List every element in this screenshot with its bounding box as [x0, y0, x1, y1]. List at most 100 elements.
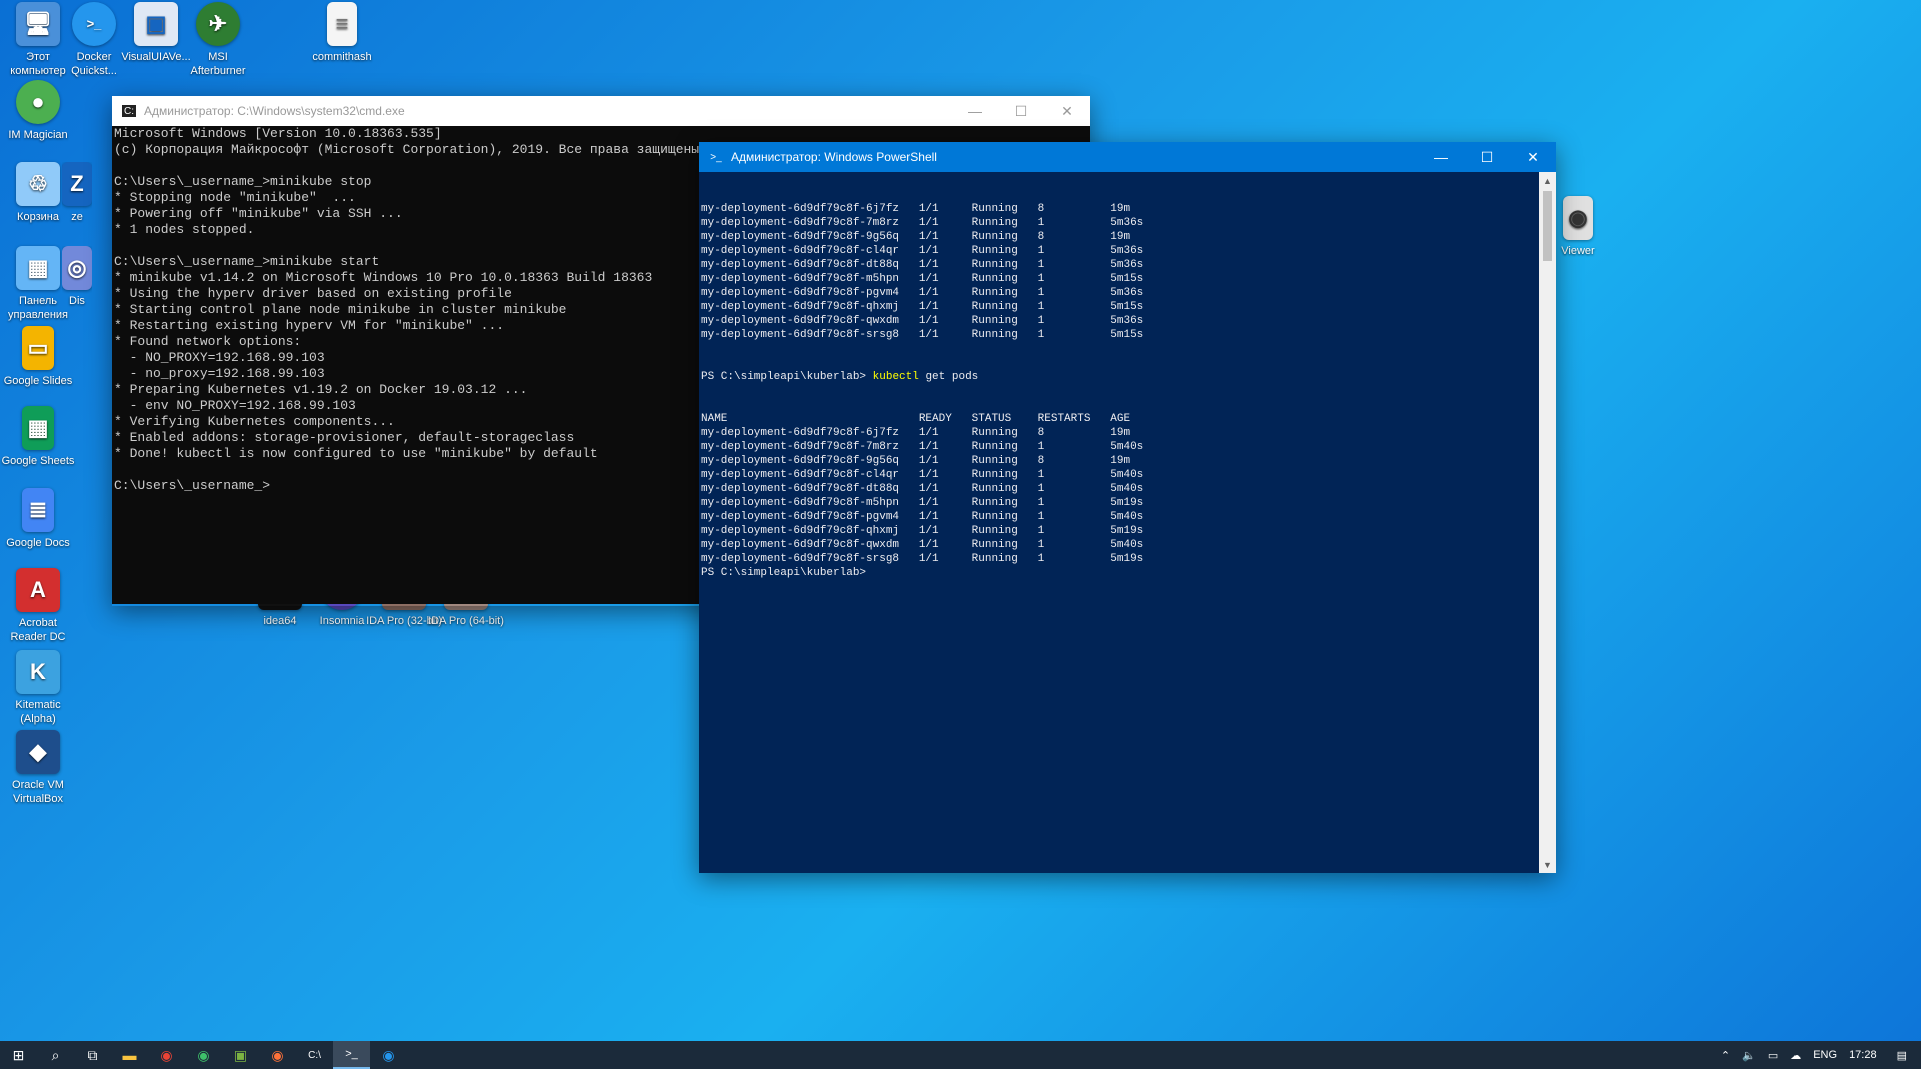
- desktop-icon-label: MSI Afterburner: [190, 51, 246, 77]
- zen-icon: Z: [62, 162, 92, 206]
- powershell-taskbar-icon[interactable]: >_: [333, 1041, 370, 1069]
- desktop-icon-label: Kitematic (Alpha): [15, 699, 61, 725]
- discord-icon: ◎: [62, 246, 92, 290]
- chevron-up-icon[interactable]: ⌃: [1715, 1049, 1736, 1062]
- start-button[interactable]: ⊞: [0, 1041, 37, 1069]
- desktop-icon-label: IDA Pro (64-bit): [428, 615, 504, 627]
- app-window-icon: ▣: [134, 2, 178, 46]
- console-line: my-deployment-6d9df79c8f-dt88q 1/1 Runni…: [701, 259, 1144, 271]
- edge-icon[interactable]: ◉: [185, 1041, 222, 1069]
- console-line: my-deployment-6d9df79c8f-srsg8 1/1 Runni…: [701, 329, 1144, 341]
- desktop-icon-google-sheets[interactable]: ▦ Google Sheets: [0, 406, 76, 468]
- console-line: my-deployment-6d9df79c8f-qwxdm 1/1 Runni…: [701, 539, 1144, 551]
- docker-icon: >_: [72, 2, 116, 46]
- google-docs-icon: ≣: [22, 488, 54, 532]
- desktop-icon-viewer[interactable]: ◉ Viewer: [1558, 196, 1598, 258]
- close-button[interactable]: ✕: [1044, 96, 1090, 126]
- chrome-icon[interactable]: ◉: [148, 1041, 185, 1069]
- vertical-scrollbar[interactable]: ▲ ▼: [1539, 172, 1556, 873]
- desktop-icon-google-docs[interactable]: ≣ Google Docs: [0, 488, 76, 550]
- desktop-icon-zen-partial[interactable]: Z ze: [62, 162, 92, 224]
- cmd-icon: C:: [122, 105, 136, 117]
- computer-icon: 🖥: [16, 2, 60, 46]
- console-line: my-deployment-6d9df79c8f-qhxmj 1/1 Runni…: [701, 525, 1144, 537]
- desktop-icon-label: Google Sheets: [1, 455, 75, 467]
- desktop-icon-discord-partial[interactable]: ◎ Dis: [62, 246, 92, 308]
- console-line: my-deployment-6d9df79c8f-7m8rz 1/1 Runni…: [701, 441, 1144, 453]
- powershell-icon: >_: [710, 151, 722, 163]
- im-magician-icon: ●: [16, 80, 60, 124]
- console-line: my-deployment-6d9df79c8f-qwxdm 1/1 Runni…: [701, 315, 1144, 327]
- desktop-icon-virtualbox[interactable]: ◆ Oracle VM VirtualBox: [0, 730, 76, 806]
- cmd-titlebar[interactable]: C: Администратор: C:\Windows\system32\cm…: [112, 96, 1090, 126]
- desktop-icon-msi-afterburner[interactable]: ✈ MSI Afterburner: [180, 2, 256, 78]
- desktop-icon-acrobat[interactable]: A Acrobat Reader DC: [0, 568, 76, 644]
- acrobat-icon: A: [16, 568, 60, 612]
- console-line: Microsoft Windows [Version 10.0.18363.53…: [114, 126, 442, 141]
- kitematic-icon: K: [16, 650, 60, 694]
- scroll-up-icon[interactable]: ▲: [1539, 172, 1556, 189]
- search-icon[interactable]: ⌕: [37, 1041, 74, 1069]
- console-line: my-deployment-6d9df79c8f-9g56q 1/1 Runni…: [701, 455, 1131, 467]
- maximize-button[interactable]: ☐: [998, 96, 1044, 126]
- console-line: my-deployment-6d9df79c8f-7m8rz 1/1 Runni…: [701, 217, 1144, 229]
- desktop-icon-im-magician[interactable]: ● IM Magician: [0, 80, 76, 142]
- cmd-taskbar-icon[interactable]: C:\: [296, 1041, 333, 1069]
- command-line: PS C:\simpleapi\kuberlab> kubectl get po…: [701, 370, 1537, 384]
- console-line: NAME READY STATUS RESTARTS AGE: [701, 413, 1131, 425]
- powershell-window[interactable]: >_ Администратор: Windows PowerShell — ☐…: [699, 142, 1556, 873]
- powershell-title: Администратор: Windows PowerShell: [731, 150, 937, 164]
- network-icon[interactable]: ▭: [1762, 1049, 1784, 1062]
- desktop-icon-commithash[interactable]: ≡ commithash: [304, 2, 380, 64]
- file-explorer-icon[interactable]: ▬: [111, 1041, 148, 1069]
- prompt: PS C:\simpleapi\kuberlab>: [701, 371, 873, 383]
- console-line: my-deployment-6d9df79c8f-qhxmj 1/1 Runni…: [701, 301, 1144, 313]
- desktop-icon-label: Oracle VM VirtualBox: [12, 779, 64, 805]
- text-file-icon: ≡: [327, 2, 357, 46]
- control-panel-icon: ▦: [16, 246, 60, 290]
- notification-icon[interactable]: ▤: [1883, 1049, 1921, 1062]
- google-slides-icon: ▭: [22, 326, 54, 370]
- console-line: my-deployment-6d9df79c8f-9g56q 1/1 Runni…: [701, 231, 1131, 243]
- output-after: NAME READY STATUS RESTARTS AGE my-deploym…: [701, 412, 1537, 580]
- desktop-icon-label: Google Slides: [3, 375, 73, 387]
- console-line: my-deployment-6d9df79c8f-6j7fz 1/1 Runni…: [701, 427, 1131, 439]
- desktop-icon-label: commithash: [312, 51, 372, 63]
- powershell-console[interactable]: my-deployment-6d9df79c8f-6j7fz 1/1 Runni…: [699, 172, 1539, 873]
- console-line: my-deployment-6d9df79c8f-cl4qr 1/1 Runni…: [701, 245, 1144, 257]
- desktop-icon-google-slides[interactable]: ▭ Google Slides: [0, 326, 76, 388]
- desktop-icon-kitematic[interactable]: K Kitematic (Alpha): [0, 650, 76, 726]
- output-before: my-deployment-6d9df79c8f-6j7fz 1/1 Runni…: [701, 202, 1537, 342]
- desktop: 🖥 Этот компьютер >_ Docker Quickst... ▣ …: [0, 0, 1921, 1041]
- console-line: PS C:\simpleapi\kuberlab>: [701, 567, 867, 579]
- volume-icon[interactable]: 🔈: [1736, 1049, 1762, 1062]
- desktop-icon-label: Acrobat Reader DC: [10, 617, 66, 643]
- minecraft-icon[interactable]: ▣: [222, 1041, 259, 1069]
- desktop-icon-label: Viewer: [1561, 245, 1595, 257]
- powershell-titlebar[interactable]: >_ Администратор: Windows PowerShell — ☐…: [699, 142, 1556, 172]
- docker-taskbar-icon[interactable]: ◉: [370, 1041, 407, 1069]
- command-args: get pods: [918, 371, 979, 383]
- onedrive-icon[interactable]: ☁: [1784, 1049, 1807, 1062]
- google-sheets-icon: ▦: [22, 406, 54, 450]
- console-line: my-deployment-6d9df79c8f-m5hpn 1/1 Runni…: [701, 273, 1144, 285]
- desktop-icon-label: Dis: [69, 295, 85, 307]
- task-view-icon[interactable]: ⧉: [74, 1041, 111, 1069]
- console-line: my-deployment-6d9df79c8f-6j7fz 1/1 Runni…: [701, 203, 1131, 215]
- firefox-icon[interactable]: ◉: [259, 1041, 296, 1069]
- desktop-icon-label: Google Docs: [6, 537, 70, 549]
- close-button[interactable]: ✕: [1510, 142, 1556, 172]
- afterburner-icon: ✈: [196, 2, 240, 46]
- clock[interactable]: 17:28: [1843, 1049, 1883, 1061]
- language-indicator[interactable]: ENG: [1807, 1049, 1843, 1061]
- minimize-button[interactable]: —: [1418, 142, 1464, 172]
- recycle-bin-icon: ♲: [16, 162, 60, 206]
- console-line: my-deployment-6d9df79c8f-pgvm4 1/1 Runni…: [701, 511, 1144, 523]
- scroll-thumb[interactable]: [1543, 191, 1552, 261]
- maximize-button[interactable]: ☐: [1464, 142, 1510, 172]
- minimize-button[interactable]: —: [952, 96, 998, 126]
- console-line: my-deployment-6d9df79c8f-dt88q 1/1 Runni…: [701, 483, 1144, 495]
- desktop-icon-label: ze: [71, 211, 83, 223]
- scroll-down-icon[interactable]: ▼: [1539, 856, 1556, 873]
- system-tray: ⌃ 🔈 ▭ ☁ ENG 17:28 ▤: [1715, 1041, 1921, 1069]
